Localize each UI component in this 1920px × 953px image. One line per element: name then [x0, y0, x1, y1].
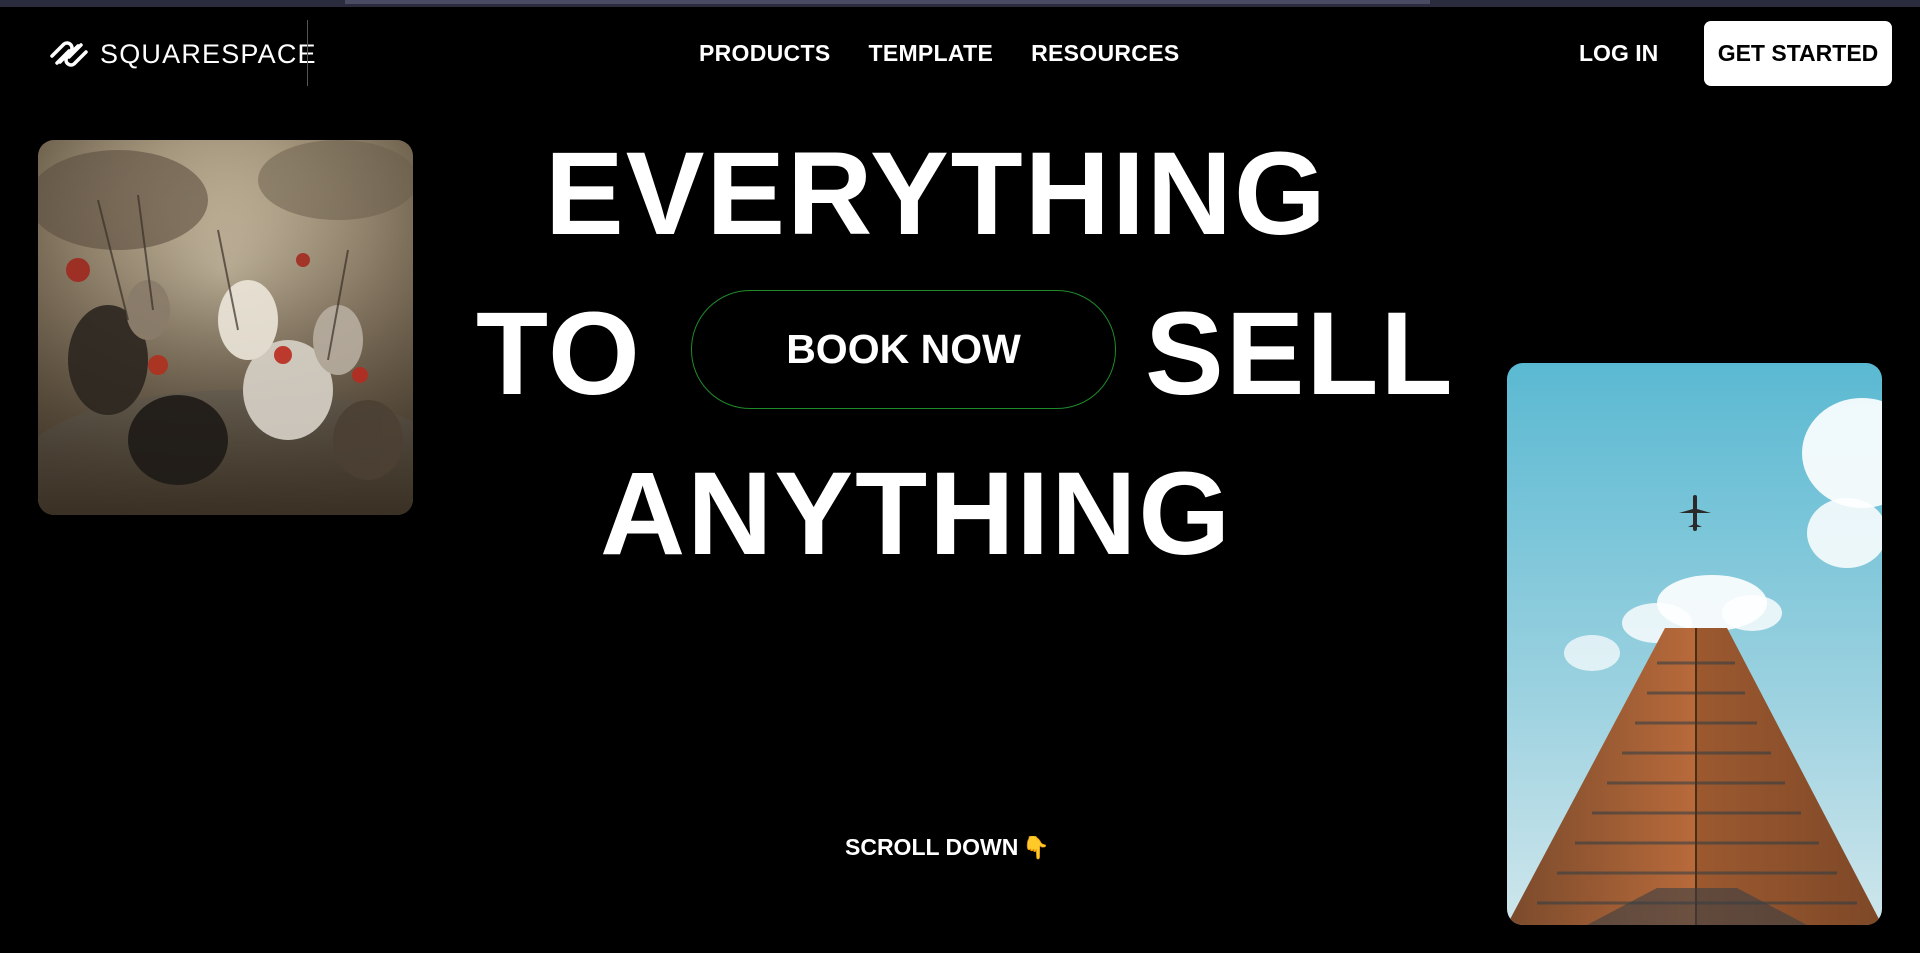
book-now-button[interactable]: BOOK NOW: [691, 290, 1116, 409]
logo-text: SQUARESPACE: [100, 38, 317, 69]
scroll-thumb[interactable]: [345, 0, 1430, 4]
get-started-button[interactable]: GET STARTED: [1704, 21, 1892, 86]
battle-painting-image: [38, 140, 413, 515]
hero-word-sell: SELL: [1145, 288, 1455, 420]
page: SQUARESPACE PRODUCTS TEMPLATE RESOURCES …: [0, 0, 1920, 953]
hero-line-anything: ANYTHING: [600, 448, 1233, 580]
nav-item-products[interactable]: PRODUCTS: [699, 40, 830, 67]
header-divider: [307, 20, 308, 86]
main-nav: PRODUCTS TEMPLATE RESOURCES: [699, 40, 1180, 67]
login-link[interactable]: LOG IN: [1579, 40, 1658, 67]
logo[interactable]: SQUARESPACE: [48, 36, 317, 72]
hero-line-everything: EVERYTHING: [545, 128, 1328, 260]
skyscraper-airplane-image: [1507, 363, 1882, 925]
scroll-down-label: SCROLL DOWN: [845, 834, 1019, 860]
browser-scroll-bar: [0, 0, 1920, 7]
scroll-down-hint[interactable]: SCROLL DOWN 👇: [845, 834, 1050, 861]
nav-item-resources[interactable]: RESOURCES: [1031, 40, 1179, 67]
nav-item-template[interactable]: TEMPLATE: [868, 40, 993, 67]
squarespace-logo-icon: [50, 41, 88, 67]
pointing-down-hand-icon: 👇: [1022, 834, 1050, 860]
hero-word-to: TO: [476, 288, 642, 420]
